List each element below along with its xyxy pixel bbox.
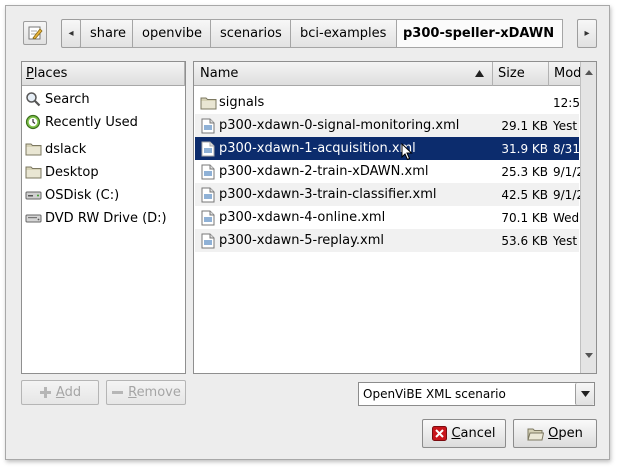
breadcrumb-scroll-right[interactable]: ▸ xyxy=(577,19,597,48)
breadcrumb-share[interactable]: share xyxy=(80,19,133,48)
place-recently-used[interactable]: Recently Used xyxy=(24,111,138,133)
chevron-up-icon xyxy=(585,69,593,75)
minus-icon xyxy=(112,391,124,394)
file-row-train-xdawn[interactable]: p300-xdawn-2-train-xDAWN.xml 25.3 KB 9/1… xyxy=(195,160,581,183)
breadcrumb-openvibe[interactable]: openvibe xyxy=(132,19,211,48)
file-name: p300-xdawn-1-acquisition.xml xyxy=(219,141,416,156)
breadcrumb-scenarios[interactable]: scenarios xyxy=(210,19,291,48)
file-open-dialog: ◂ share openvibe scenarios bci-examples … xyxy=(5,5,610,460)
breadcrumb-bci-examples[interactable]: bci-examples xyxy=(290,19,397,48)
open-button[interactable]: Open xyxy=(513,419,597,448)
file-modified: 9/1/2 xyxy=(553,187,581,202)
folder-icon xyxy=(199,94,217,111)
file-row-online[interactable]: p300-xdawn-4-online.xml 70.1 KB Wed xyxy=(195,206,579,229)
xml-file-icon xyxy=(199,186,217,203)
column-header-modified[interactable]: Mod xyxy=(549,62,580,86)
place-search[interactable]: Search xyxy=(24,88,90,110)
file-name: p300-xdawn-0-signal-monitoring.xml xyxy=(219,118,460,133)
drive-icon xyxy=(24,187,42,203)
path-toggle-button[interactable] xyxy=(23,21,47,45)
file-modified: Wed xyxy=(553,210,580,225)
xml-file-icon xyxy=(199,117,217,134)
file-row-train-classifier[interactable]: p300-xdawn-3-train-classifier.xml 42.5 K… xyxy=(195,183,581,206)
vertical-scrollbar[interactable] xyxy=(580,62,596,373)
search-icon xyxy=(24,91,42,107)
file-size: 53.6 KB xyxy=(501,233,548,248)
places-pane: Places Search Recently Used dslack Deskt… xyxy=(21,61,186,374)
breadcrumb-p300-speller-xdawn[interactable]: p300-speller-xDAWN xyxy=(396,19,563,48)
file-size: 29.1 KB xyxy=(501,118,548,133)
file-name: p300-xdawn-5-replay.xml xyxy=(219,233,385,248)
filter-selected-value: OpenViBE XML scenario xyxy=(363,387,506,401)
places-header[interactable]: Places xyxy=(22,62,185,86)
file-modified: Yest xyxy=(553,118,578,133)
chevron-right-icon: ▸ xyxy=(584,28,590,39)
cancel-icon xyxy=(432,426,448,441)
scroll-down-button[interactable] xyxy=(581,347,597,363)
file-row-replay[interactable]: p300-xdawn-5-replay.xml 53.6 KB Yest xyxy=(195,229,579,252)
folder-icon xyxy=(24,164,42,180)
file-name: p300-xdawn-2-train-xDAWN.xml xyxy=(219,164,429,179)
column-header-name[interactable]: Name xyxy=(194,62,493,86)
xml-file-icon xyxy=(199,209,217,226)
xml-file-icon xyxy=(199,163,217,180)
file-size: 25.3 KB xyxy=(501,164,548,179)
plus-icon xyxy=(39,387,51,398)
file-modified: 9/1/2 xyxy=(553,164,581,179)
file-row-signal-monitoring[interactable]: p300-xdawn-0-signal-monitoring.xml 29.1 … xyxy=(195,114,579,137)
folder-icon xyxy=(24,141,42,157)
recent-icon xyxy=(24,114,42,130)
scroll-up-button[interactable] xyxy=(581,64,597,80)
dvd-drive-icon xyxy=(24,210,42,226)
place-osdisk[interactable]: OSDisk (C:) xyxy=(24,184,119,206)
cancel-button[interactable]: Cancel xyxy=(422,419,506,448)
mouse-cursor-icon xyxy=(401,143,413,161)
place-desktop[interactable]: Desktop xyxy=(24,161,99,183)
filter-dropdown-button[interactable] xyxy=(575,383,594,405)
place-dslack[interactable]: dslack xyxy=(24,138,86,160)
file-name: signals xyxy=(219,95,265,110)
xml-file-icon xyxy=(199,232,217,249)
open-folder-icon xyxy=(527,428,545,440)
file-name: p300-xdawn-3-train-classifier.xml xyxy=(219,187,437,202)
file-size: 31.9 KB xyxy=(501,141,548,156)
file-modified: Yest xyxy=(553,233,578,248)
breadcrumb-scroll-left[interactable]: ◂ xyxy=(61,19,81,48)
place-dvd-drive[interactable]: DVD RW Drive (D:) xyxy=(24,207,167,229)
file-row-acquisition[interactable]: p300-xdawn-1-acquisition.xml 31.9 KB 8/3… xyxy=(195,137,580,161)
chevron-down-icon xyxy=(585,352,593,358)
file-modified: 12:5 xyxy=(553,95,580,110)
file-name: p300-xdawn-4-online.xml xyxy=(219,210,386,225)
chevron-left-icon: ◂ xyxy=(68,28,74,39)
pencil-icon xyxy=(28,26,43,40)
chevron-down-icon xyxy=(580,391,590,397)
xml-file-icon xyxy=(199,140,217,157)
column-header-size[interactable]: Size xyxy=(493,62,549,86)
sort-ascending-icon xyxy=(475,70,484,77)
file-size: 42.5 KB xyxy=(501,187,548,202)
remove-place-button[interactable]: Remove xyxy=(106,380,186,405)
file-modified: 8/31 xyxy=(553,141,580,156)
file-list-pane: Name Size Mod signals 12:5 p300-xdawn-0-… xyxy=(193,61,597,374)
file-type-filter[interactable]: OpenViBE XML scenario xyxy=(358,382,595,406)
add-place-button[interactable]: Add xyxy=(21,380,99,405)
file-row-signals[interactable]: signals 12:5 xyxy=(195,91,580,114)
file-size: 70.1 KB xyxy=(501,210,548,225)
